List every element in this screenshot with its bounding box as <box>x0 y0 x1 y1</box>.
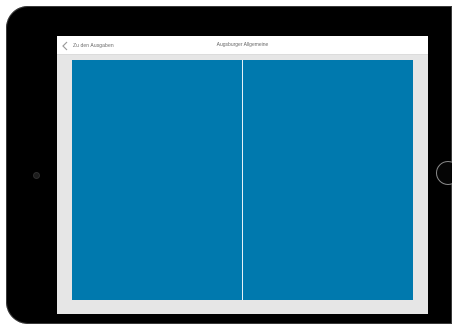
home-button[interactable] <box>436 161 452 185</box>
tablet-device-frame: Zu den Ausgaben Augsburger Allgemeine <box>6 6 452 324</box>
page-spread <box>72 60 413 300</box>
publication-title: Augsburger Allgemeine <box>216 42 269 48</box>
right-page[interactable] <box>243 60 413 300</box>
front-camera <box>33 172 40 179</box>
app-screen: Zu den Ausgaben Augsburger Allgemeine <box>57 36 428 314</box>
navigation-bar: Zu den Ausgaben Augsburger Allgemeine <box>57 36 428 55</box>
left-page[interactable] <box>72 60 242 300</box>
